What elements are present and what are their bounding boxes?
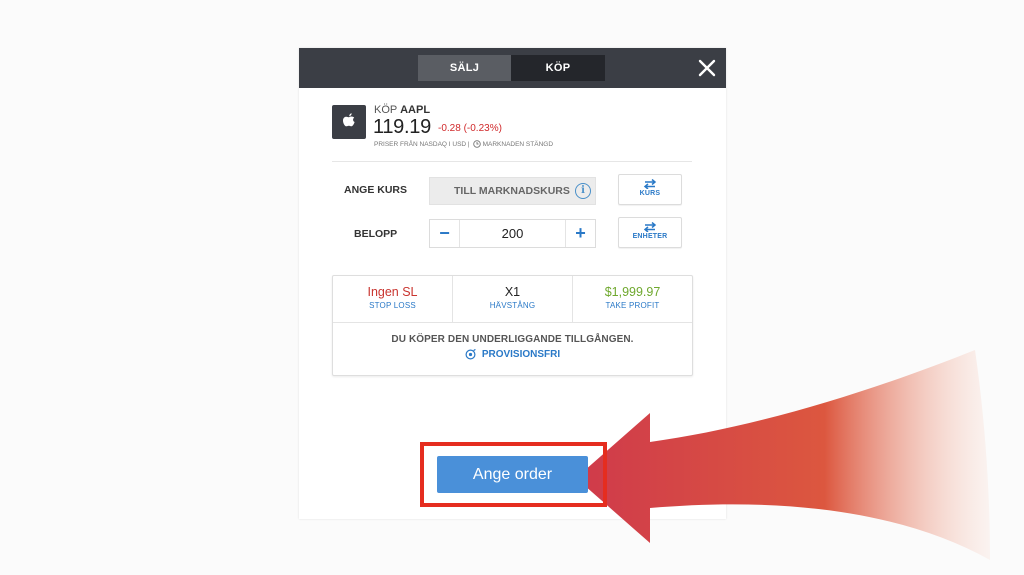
highlight-frame <box>420 442 607 507</box>
